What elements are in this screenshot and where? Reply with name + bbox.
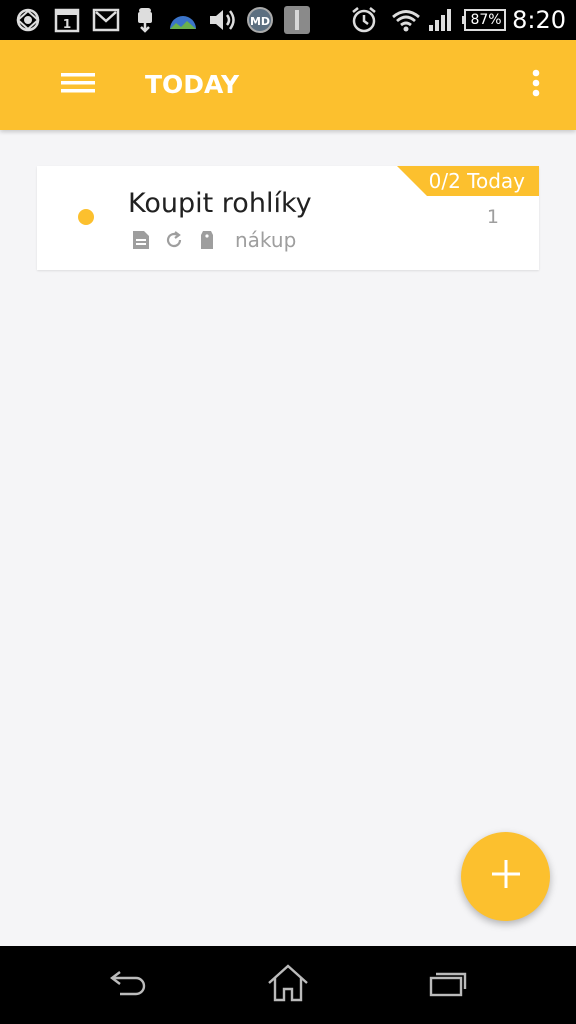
repeat-icon [163,229,185,251]
system-nav-bar [0,946,576,1024]
task-color-dot [78,209,94,225]
add-task-button[interactable] [461,832,550,921]
task-count: 1 [486,206,499,228]
wifi-icon [391,6,421,34]
weather-app-icon [168,6,198,34]
volume-icon [208,6,236,34]
back-button[interactable] [98,962,158,1008]
status-bar: 1 MD 87% 8:20 [0,0,576,40]
back-arrow-icon [108,968,148,1003]
tag-icon [196,229,218,251]
more-vertical-icon [532,69,540,102]
android-download-icon [132,6,158,34]
task-title: Koupit rohlíky [128,188,312,219]
task-meta: nákup [130,226,296,254]
battery-percent: 87% [470,12,502,28]
menu-button[interactable] [50,64,106,106]
alarm-icon [350,6,378,34]
due-badge-label: 0/2 Today [426,166,539,196]
note-icon [130,229,152,251]
recent-apps-button[interactable] [418,962,478,1008]
cellular-signal-icon [428,6,454,34]
app-notification-icon [283,6,311,34]
due-badge: 0/2 Today [396,166,539,196]
app-bar: TODAY [0,40,576,130]
home-icon [267,963,309,1007]
overflow-menu-button[interactable] [518,64,554,106]
battery-icon: 87% [462,6,508,34]
sync-notification-icon [14,6,42,34]
task-tag: nákup [235,228,297,252]
recent-apps-icon [429,969,467,1002]
svg-text:MD: MD [250,15,270,28]
mobile-data-app-icon: MD [244,6,276,34]
status-time: 8:20 [512,6,566,34]
plus-icon [490,858,522,895]
calendar-notification-icon: 1 [54,6,80,34]
gmail-notification-icon [92,6,120,34]
home-button[interactable] [258,962,318,1008]
page-title: TODAY [145,70,240,99]
task-card[interactable]: Koupit rohlíky nákup 0/2 Today 1 [37,166,539,270]
svg-text:1: 1 [63,17,71,31]
hamburger-menu-icon [61,72,95,98]
